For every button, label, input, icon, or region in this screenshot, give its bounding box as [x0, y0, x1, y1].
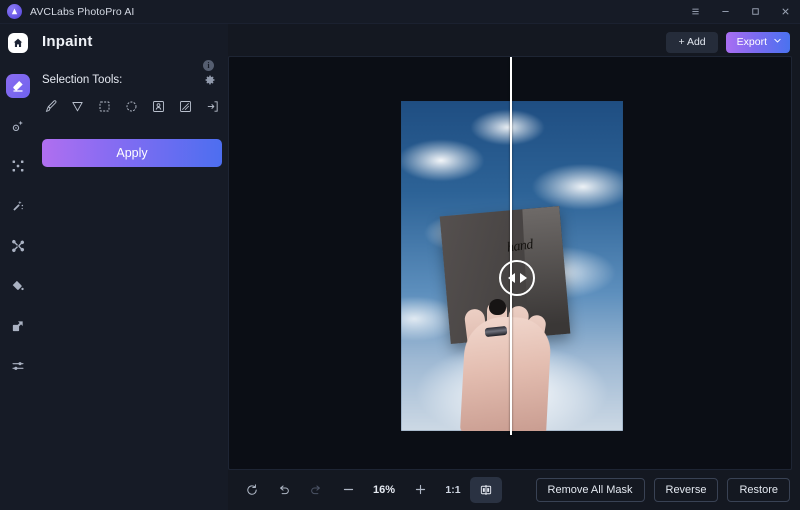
- zoom-in-button[interactable]: [404, 477, 436, 503]
- maximize-icon[interactable]: [740, 0, 770, 24]
- cursor-arrow-icon[interactable]: [69, 98, 86, 115]
- zoom-out-button[interactable]: [332, 477, 364, 503]
- right-arrow-icon: [519, 273, 527, 283]
- sidebar-item-adjust[interactable]: [6, 354, 30, 378]
- split-compare-icon[interactable]: [470, 476, 502, 503]
- minimize-icon[interactable]: [710, 0, 740, 24]
- hamburger-menu-icon[interactable]: [680, 0, 710, 24]
- sidebar-item-inpaint[interactable]: [6, 74, 30, 98]
- selection-tool-row: [36, 86, 228, 115]
- brush-icon[interactable]: [42, 98, 59, 115]
- selection-tools-label: Selection Tools:: [42, 74, 123, 86]
- application-window: AVCLabs PhotoPro AI Inpaint i Selection …: [0, 0, 800, 510]
- rectangle-icon[interactable]: [96, 98, 113, 115]
- panel-header: Inpaint: [36, 24, 228, 58]
- sidebar-item-background[interactable]: [6, 234, 30, 258]
- close-icon[interactable]: [770, 0, 800, 24]
- export-button[interactable]: Export: [725, 31, 790, 53]
- bottom-toolbar: 16% 1:1 Remove All Mask Reverse Restore: [228, 470, 792, 504]
- app-body: Inpaint i Selection Tools: Apply + Add E…: [0, 24, 800, 510]
- selection-tools-header: Selection Tools:: [36, 58, 228, 86]
- remove-all-mask-button[interactable]: Remove All Mask: [535, 477, 645, 502]
- reset-icon[interactable]: [236, 477, 268, 503]
- reverse-button[interactable]: Reverse: [653, 477, 719, 502]
- person-frame-icon[interactable]: [150, 98, 167, 115]
- hatched-square-icon[interactable]: [177, 98, 194, 115]
- compare-slider-handle[interactable]: [499, 260, 535, 296]
- add-button-label: + Add: [678, 36, 706, 48]
- mask-actions: Remove All Mask Reverse Restore: [535, 477, 792, 502]
- sidebar-item-upscale[interactable]: [6, 154, 30, 178]
- ellipse-icon[interactable]: [123, 98, 140, 115]
- page-title: Inpaint: [42, 32, 93, 50]
- zoom-level-label: 16%: [372, 483, 396, 496]
- content-area: + Add Export hand 16% 1:1 Remove All Mas…: [228, 24, 800, 510]
- title-bar: AVCLabs PhotoPro AI: [0, 0, 800, 24]
- content-toolbar: + Add Export: [228, 28, 792, 56]
- gear-icon[interactable]: [204, 74, 216, 86]
- apply-container: Apply: [36, 115, 228, 167]
- avclabs-logo-icon: [7, 4, 22, 19]
- image-canvas[interactable]: hand: [228, 56, 792, 470]
- redo-icon[interactable]: [300, 477, 332, 503]
- zoom-controls: 16% 1:1: [228, 476, 502, 503]
- left-icon-rail: [0, 24, 36, 510]
- arrow-into-box-icon[interactable]: [204, 98, 221, 115]
- export-button-label: Export: [736, 36, 767, 48]
- app-title: AVCLabs PhotoPro AI: [30, 5, 135, 18]
- sidebar-item-retouch[interactable]: [6, 194, 30, 218]
- fingernail: [489, 299, 506, 315]
- sidebar-item-resize[interactable]: [6, 314, 30, 338]
- sidebar-item-ai-enhance[interactable]: [6, 114, 30, 138]
- window-controls: [680, 0, 800, 24]
- tool-panel: Inpaint i Selection Tools: Apply: [36, 24, 228, 510]
- left-arrow-icon: [507, 273, 515, 283]
- restore-button[interactable]: Restore: [727, 477, 790, 502]
- apply-button[interactable]: Apply: [42, 139, 222, 167]
- add-button[interactable]: + Add: [666, 31, 718, 53]
- compare-divider[interactable]: [510, 57, 512, 435]
- fit-ratio-button[interactable]: 1:1: [436, 484, 470, 496]
- undo-icon[interactable]: [268, 477, 300, 503]
- info-icon[interactable]: i: [203, 60, 214, 71]
- chevron-down-icon: [773, 36, 782, 48]
- home-icon[interactable]: [8, 33, 28, 53]
- sidebar-item-colorize[interactable]: [6, 274, 30, 298]
